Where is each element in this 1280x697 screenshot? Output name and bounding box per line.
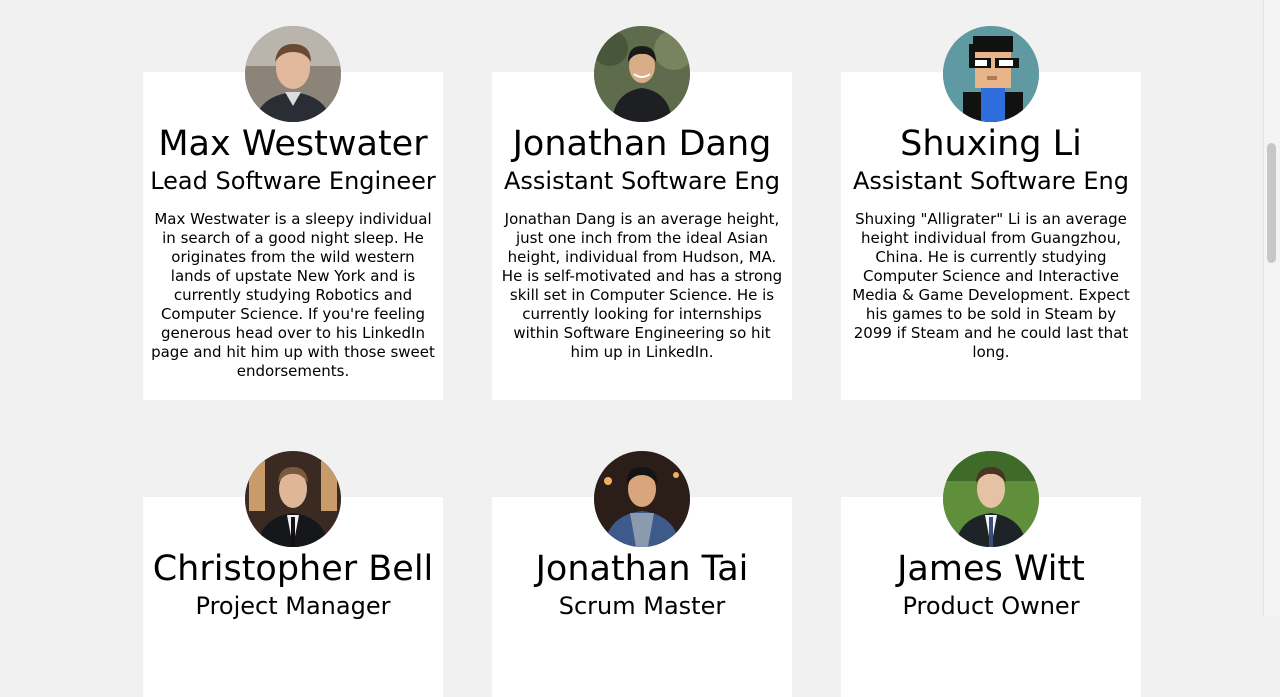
member-bio: Shuxing "Alligrater" Li is an average he… xyxy=(852,210,1130,361)
member-role: Assistant Software Eng xyxy=(504,167,780,195)
member-role: Product Owner xyxy=(902,592,1080,620)
member-bio: Jonathan Dang is an average height, just… xyxy=(501,210,783,361)
member-role: Assistant Software Eng xyxy=(853,167,1129,195)
team-card-jonathan-tai: Jonathan Tai Scrum Master xyxy=(492,451,792,697)
avatar-photo xyxy=(943,26,1039,122)
member-name: Shuxing Li xyxy=(900,124,1082,164)
member-name: Max Westwater xyxy=(158,124,428,164)
member-name: Christopher Bell xyxy=(152,549,434,589)
avatar-photo xyxy=(594,451,690,547)
avatar-photo xyxy=(594,26,690,122)
team-card-jonathan-dang: Jonathan Dang Assistant Software Eng Jon… xyxy=(492,26,792,400)
member-name: Jonathan Tai xyxy=(535,549,749,589)
page-scrollbar[interactable] xyxy=(1263,0,1280,616)
avatar-photo xyxy=(245,26,341,122)
scrollbar-thumb[interactable] xyxy=(1267,143,1276,263)
team-card-james-witt: James Witt Product Owner xyxy=(841,451,1141,697)
member-role: Lead Software Engineer xyxy=(150,167,436,195)
team-card-christopher-bell: Christopher Bell Project Manager xyxy=(143,451,443,697)
member-name: Jonathan Dang xyxy=(512,124,772,164)
member-role: Scrum Master xyxy=(558,592,726,620)
avatar-photo xyxy=(245,451,341,547)
avatar-photo xyxy=(943,451,1039,547)
member-bio: Max Westwater is a sleepy individual in … xyxy=(151,210,435,380)
team-card-max-westwater: Max Westwater Lead Software Engineer Max… xyxy=(143,26,443,400)
team-card-shuxing-li: Shuxing Li Assistant Software Eng Shuxin… xyxy=(841,26,1141,400)
member-name: James Witt xyxy=(897,549,1085,589)
member-role: Project Manager xyxy=(195,592,391,620)
